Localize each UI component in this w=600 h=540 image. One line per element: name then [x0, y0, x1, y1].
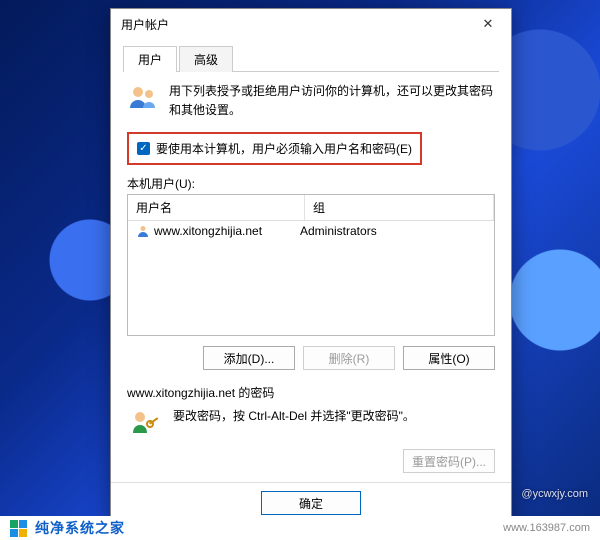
- users-icon: [127, 82, 159, 114]
- window-body: 用户 高级 用下列表授予或拒绝用户访问你的计算机，还可以更改其密码和其他设置。 …: [111, 39, 511, 491]
- table-row[interactable]: www.xitongzhijia.net Administrators: [128, 221, 494, 241]
- site-banner: 纯净系统之家 www.163987.com: [0, 516, 600, 540]
- list-header: 用户名 组: [128, 195, 494, 221]
- banner-text: 纯净系统之家: [35, 518, 125, 538]
- password-section: www.xitongzhijia.net 的密码 要改密码，按 Ctrl-Alt…: [127, 384, 495, 473]
- require-login-label: 要使用本计算机，用户必须输入用户名和密码(E): [156, 140, 412, 157]
- cell-username: www.xitongzhijia.net: [136, 224, 296, 238]
- tab-users[interactable]: 用户: [123, 46, 177, 72]
- intro-row: 用下列表授予或拒绝用户访问你的计算机，还可以更改其密码和其他设置。: [127, 82, 495, 120]
- properties-button[interactable]: 属性(O): [403, 346, 495, 370]
- remove-button: 删除(R): [303, 346, 395, 370]
- column-group[interactable]: 组: [305, 195, 494, 220]
- user-buttons-row: 添加(D)... 删除(R) 属性(O): [127, 346, 495, 370]
- add-button[interactable]: 添加(D)...: [203, 346, 295, 370]
- users-tab-panel: 用下列表授予或拒绝用户访问你的计算机，还可以更改其密码和其他设置。 ✓ 要使用本…: [123, 72, 499, 483]
- close-button[interactable]: ✕: [471, 12, 505, 36]
- password-section-header: www.xitongzhijia.net 的密码: [127, 384, 495, 401]
- column-username[interactable]: 用户名: [128, 195, 305, 220]
- desktop-background: @ycwxjy.com 用户帐户 ✕ 用户 高级 用下列表授予或拒绝用户访问你的…: [0, 0, 600, 540]
- password-instruction: 要改密码，按 Ctrl-Alt-Del 并选择"更改密码"。: [173, 407, 415, 424]
- user-accounts-window: 用户帐户 ✕ 用户 高级 用下列表授予或拒绝用户访问你的计算机，还可以更改其密码…: [110, 8, 512, 524]
- reset-password-button: 重置密码(P)...: [403, 449, 495, 473]
- cell-group: Administrators: [300, 224, 377, 238]
- intro-text: 用下列表授予或拒绝用户访问你的计算机，还可以更改其密码和其他设置。: [169, 82, 495, 120]
- titlebar: 用户帐户 ✕: [111, 9, 511, 39]
- local-users-list[interactable]: 用户名 组 www.xitongzhijia.net Administrator…: [127, 194, 495, 336]
- wallpaper-signature: @ycwxjy.com: [521, 488, 588, 500]
- close-icon: ✕: [483, 16, 494, 32]
- require-login-checkbox[interactable]: ✓: [137, 142, 150, 155]
- window-title: 用户帐户: [121, 16, 471, 33]
- banner-logo-icon: [10, 520, 27, 537]
- banner-url: www.163987.com: [503, 522, 590, 534]
- user-icon: [136, 224, 150, 238]
- tab-advanced[interactable]: 高级: [179, 46, 233, 72]
- tabstrip: 用户 高级: [123, 45, 499, 72]
- key-icon: [131, 407, 163, 439]
- local-users-label: 本机用户(U):: [127, 175, 495, 192]
- ok-button[interactable]: 确定: [261, 491, 361, 515]
- require-login-row[interactable]: ✓ 要使用本计算机，用户必须输入用户名和密码(E): [127, 132, 422, 165]
